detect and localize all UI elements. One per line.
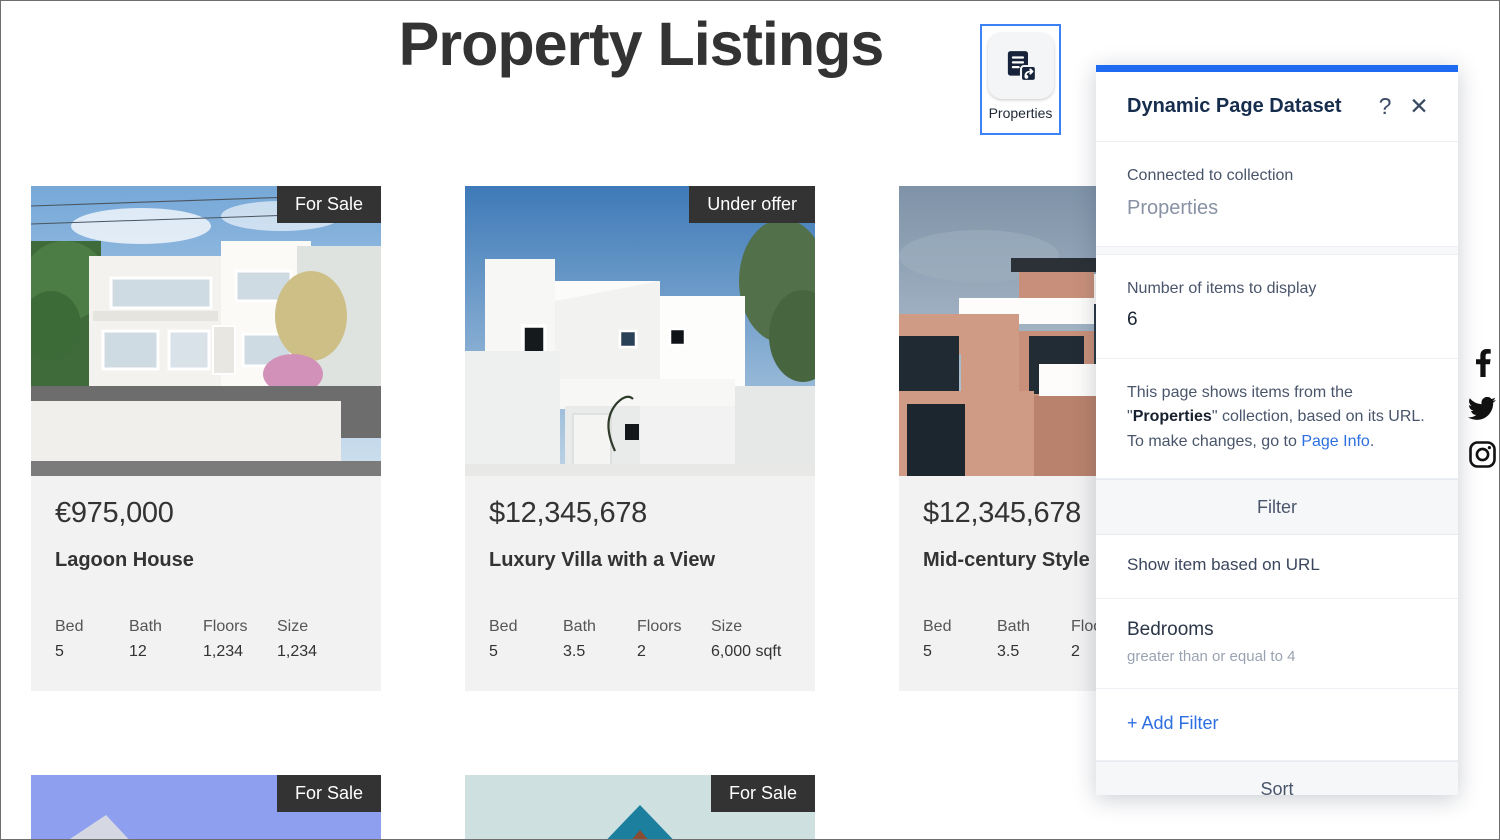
help-icon[interactable]: ? bbox=[1368, 90, 1402, 124]
property-card[interactable]: For Sale bbox=[31, 775, 381, 839]
status-badge: For Sale bbox=[710, 775, 815, 813]
property-specs: Bed 5 Bath 3.5 Floors 2 Size 6,000 sqft bbox=[489, 618, 791, 662]
panel-description: This page shows items from the "Properti… bbox=[1096, 359, 1458, 480]
property-image: For Sale bbox=[465, 775, 815, 839]
spec-size: Size 6,000 sqft bbox=[711, 617, 782, 661]
spec-bed: Bed 5 bbox=[55, 617, 84, 661]
spec-bath: Bath 3.5 bbox=[997, 617, 1030, 661]
status-badge: For Sale bbox=[276, 186, 381, 223]
property-price: $12,345,678 bbox=[489, 497, 647, 529]
filter-condition-label: greater than or equal to 4 bbox=[1127, 648, 1296, 666]
dataset-chip-properties[interactable]: Properties bbox=[980, 24, 1061, 135]
property-name: Lagoon House bbox=[55, 548, 194, 571]
filter-url-label: Show item based on URL bbox=[1127, 555, 1320, 575]
property-card[interactable]: For Sale €975,000 Lagoon House Bed 5 Bat… bbox=[31, 186, 381, 692]
spec-bath: Bath 12 bbox=[129, 617, 162, 661]
status-badge: Under offer bbox=[689, 186, 815, 223]
note-collection-name: Properties bbox=[1132, 408, 1212, 426]
connected-collection-value: Properties bbox=[1127, 197, 1219, 220]
item-count-row[interactable]: Number of items to display 6 bbox=[1096, 255, 1458, 360]
filter-item-bedrooms[interactable]: Bedrooms greater than or equal to 4 bbox=[1096, 599, 1458, 690]
page-title: Property Listings bbox=[398, 10, 885, 78]
property-image: Under offer bbox=[465, 186, 815, 476]
property-card-body: €975,000 Lagoon House Bed 5 Bath 12 Floo… bbox=[31, 476, 381, 691]
connected-collection-label: Connected to collection bbox=[1127, 167, 1294, 184]
spec-bath: Bath 3.5 bbox=[563, 617, 596, 661]
property-card[interactable]: Under offer $12,345,678 Luxury Villa wit… bbox=[465, 186, 815, 692]
instagram-icon[interactable] bbox=[1468, 441, 1496, 468]
social-links-rail bbox=[1465, 349, 1499, 468]
dataset-document-icon bbox=[987, 33, 1054, 99]
property-image: For Sale bbox=[31, 186, 381, 476]
filter-item-url[interactable]: Show item based on URL bbox=[1096, 535, 1458, 599]
panel-header: Dynamic Page Dataset ? ✕ bbox=[1096, 72, 1458, 142]
spec-floors: Floors 2 bbox=[637, 617, 682, 661]
status-badge: For Sale bbox=[276, 775, 381, 813]
spec-size: Size 1,234 bbox=[277, 617, 318, 661]
filter-field-label: Bedrooms bbox=[1127, 618, 1214, 640]
property-price: €975,000 bbox=[55, 497, 174, 529]
item-count-value: 6 bbox=[1127, 309, 1138, 331]
property-image: For Sale bbox=[31, 775, 381, 839]
spec-bed: Bed 5 bbox=[489, 617, 518, 661]
panel-accent-bar bbox=[1096, 65, 1458, 72]
dynamic-page-dataset-panel: Dynamic Page Dataset ? ✕ Connected to co… bbox=[1096, 65, 1458, 795]
twitter-icon[interactable] bbox=[1468, 397, 1496, 421]
property-card[interactable]: For Sale bbox=[465, 775, 815, 839]
item-count-label: Number of items to display bbox=[1127, 280, 1317, 298]
property-specs: Bed 5 Bath 12 Floors 1,234 Size 1,234 bbox=[55, 618, 357, 662]
property-name: Luxury Villa with a View bbox=[489, 548, 716, 571]
sort-section-header: Sort bbox=[1096, 761, 1458, 795]
page-info-link[interactable]: Page Info bbox=[1301, 433, 1370, 450]
connected-collection-row[interactable]: Connected to collection Properties bbox=[1096, 142, 1458, 248]
dataset-chip-label: Properties bbox=[988, 105, 1053, 121]
panel-divider bbox=[1096, 247, 1458, 256]
add-filter-button[interactable]: + Add Filter bbox=[1096, 689, 1458, 762]
spec-bed: Bed 5 bbox=[923, 617, 952, 661]
filter-section-header: Filter bbox=[1096, 479, 1458, 536]
close-icon[interactable]: ✕ bbox=[1402, 90, 1436, 124]
note-text-end: . bbox=[1369, 432, 1375, 450]
browser-page: Property Listings Properties For Sale €9… bbox=[0, 0, 1500, 840]
panel-title: Dynamic Page Dataset bbox=[1127, 95, 1342, 117]
spec-floors: Floors 1,234 bbox=[203, 617, 248, 661]
property-card-body: $12,345,678 Luxury Villa with a View Bed… bbox=[465, 476, 815, 691]
facebook-icon[interactable] bbox=[1474, 349, 1491, 377]
